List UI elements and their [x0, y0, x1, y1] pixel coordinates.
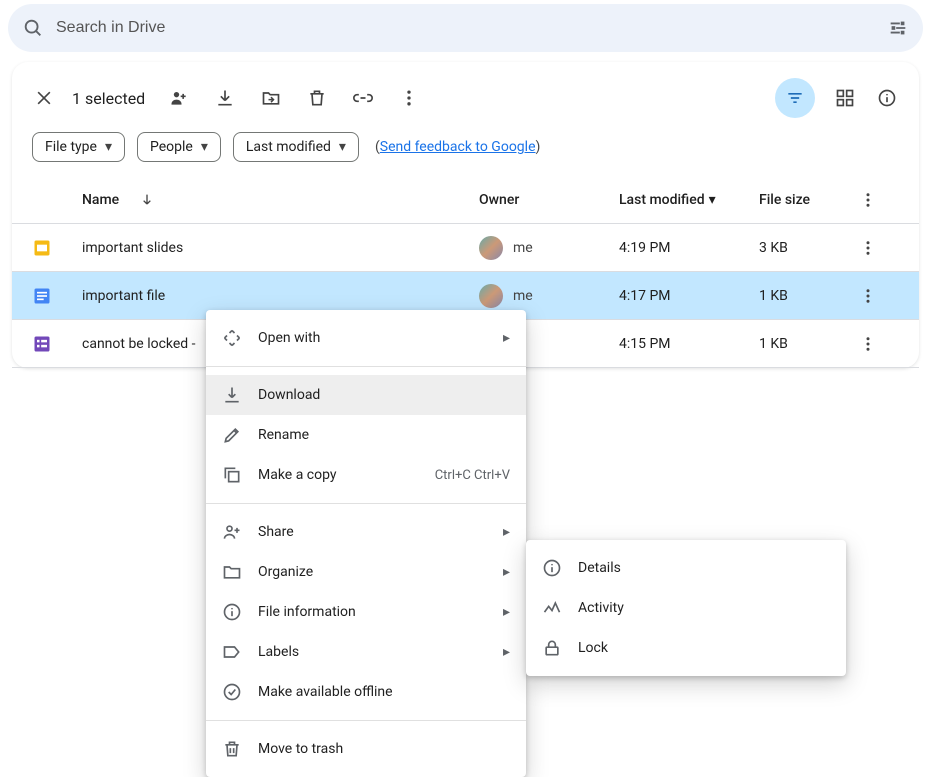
link-button[interactable]	[351, 86, 375, 110]
folder-icon	[222, 562, 242, 582]
size-label: 1 KB	[759, 336, 859, 352]
info-icon	[542, 558, 562, 578]
table-header: Name Owner Last modified ▾ File size	[12, 176, 919, 224]
column-owner[interactable]: Owner	[479, 192, 619, 208]
copy-icon	[222, 465, 242, 485]
column-name[interactable]: Name	[44, 192, 479, 208]
file-name: important slides	[82, 240, 479, 256]
download-icon	[222, 385, 242, 405]
file-info-submenu: Details Activity Lock	[526, 540, 846, 676]
slides-file-icon	[32, 238, 82, 258]
share-button[interactable]	[167, 86, 191, 110]
share-icon	[222, 522, 242, 542]
header-more-button[interactable]	[859, 191, 909, 209]
menu-open-with[interactable]: Open with ▸	[206, 318, 526, 358]
sort-arrow-down-icon	[139, 192, 155, 208]
chevron-down-icon: ▾	[105, 139, 112, 155]
chevron-right-icon: ▸	[503, 604, 510, 620]
table-row[interactable]: important slides me 4:19 PM 3 KB	[12, 224, 919, 272]
avatar	[479, 236, 503, 260]
grid-view-button[interactable]	[833, 86, 857, 110]
move-button[interactable]	[259, 86, 283, 110]
search-bar[interactable]	[8, 4, 923, 52]
modified-label: 4:19 PM	[619, 240, 759, 256]
menu-share[interactable]: Share ▸	[206, 512, 526, 552]
menu-divider	[206, 366, 526, 367]
menu-organize[interactable]: Organize ▸	[206, 552, 526, 592]
modified-label: 4:15 PM	[619, 336, 759, 352]
chevron-down-icon: ▾	[709, 192, 716, 208]
menu-offline[interactable]: Make available offline	[206, 672, 526, 712]
offline-icon	[222, 682, 242, 702]
owner-label: me	[513, 240, 533, 256]
column-last-modified[interactable]: Last modified ▾	[619, 192, 759, 208]
filter-chip-row: File type ▾ People ▾ Last modified ▾ (Se…	[12, 126, 919, 176]
last-modified-chip[interactable]: Last modified ▾	[233, 132, 359, 162]
trash-icon	[222, 739, 242, 759]
menu-divider	[206, 720, 526, 721]
pencil-icon	[222, 425, 242, 445]
label-icon	[222, 642, 242, 662]
menu-divider	[206, 503, 526, 504]
feedback-text: (Send feedback to Google)	[375, 139, 540, 155]
owner-label: me	[513, 288, 533, 304]
size-label: 1 KB	[759, 288, 859, 304]
menu-make-copy[interactable]: Make a copy Ctrl+C Ctrl+V	[206, 455, 526, 495]
chevron-down-icon: ▾	[339, 139, 346, 155]
row-more-button[interactable]	[859, 239, 909, 257]
file-name: important file	[82, 288, 479, 304]
lock-icon	[542, 638, 562, 658]
people-chip[interactable]: People ▾	[137, 132, 221, 162]
docs-file-icon	[32, 286, 82, 306]
menu-rename[interactable]: Rename	[206, 415, 526, 455]
menu-download[interactable]: Download	[206, 375, 526, 415]
chevron-right-icon: ▸	[503, 330, 510, 346]
search-icon	[22, 17, 44, 39]
delete-button[interactable]	[305, 86, 329, 110]
file-type-chip[interactable]: File type ▾	[32, 132, 125, 162]
close-selection-button[interactable]	[32, 86, 56, 110]
filter-toggle-button[interactable]	[775, 78, 815, 118]
search-options-icon[interactable]	[887, 17, 909, 39]
size-label: 3 KB	[759, 240, 859, 256]
column-file-size[interactable]: File size	[759, 192, 859, 208]
download-button[interactable]	[213, 86, 237, 110]
open-with-icon	[222, 328, 242, 348]
chevron-down-icon: ▾	[201, 139, 208, 155]
menu-labels[interactable]: Labels ▸	[206, 632, 526, 672]
submenu-details[interactable]: Details	[526, 548, 846, 588]
modified-label: 4:17 PM	[619, 288, 759, 304]
chip-label: Last modified	[246, 139, 331, 155]
avatar	[479, 284, 503, 308]
chevron-right-icon: ▸	[503, 644, 510, 660]
row-more-button[interactable]	[859, 335, 909, 353]
context-menu: Open with ▸ Download Rename Make a copy …	[206, 310, 526, 777]
menu-trash[interactable]: Move to trash	[206, 729, 526, 769]
info-button[interactable]	[875, 86, 899, 110]
forms-file-icon	[32, 334, 82, 354]
feedback-link[interactable]: Send feedback to Google	[380, 139, 536, 155]
submenu-activity[interactable]: Activity	[526, 588, 846, 628]
chevron-right-icon: ▸	[503, 564, 510, 580]
selection-toolbar: 1 selected	[12, 70, 919, 126]
selection-count: 1 selected	[72, 89, 145, 108]
submenu-lock[interactable]: Lock	[526, 628, 846, 668]
more-actions-button[interactable]	[397, 86, 421, 110]
info-icon	[222, 602, 242, 622]
search-input[interactable]	[56, 19, 887, 37]
shortcut-label: Ctrl+C Ctrl+V	[435, 468, 510, 483]
chip-label: File type	[45, 139, 97, 155]
row-more-button[interactable]	[859, 287, 909, 305]
activity-icon	[542, 598, 562, 618]
chevron-right-icon: ▸	[503, 524, 510, 540]
menu-file-information[interactable]: File information ▸	[206, 592, 526, 632]
chip-label: People	[150, 139, 193, 155]
